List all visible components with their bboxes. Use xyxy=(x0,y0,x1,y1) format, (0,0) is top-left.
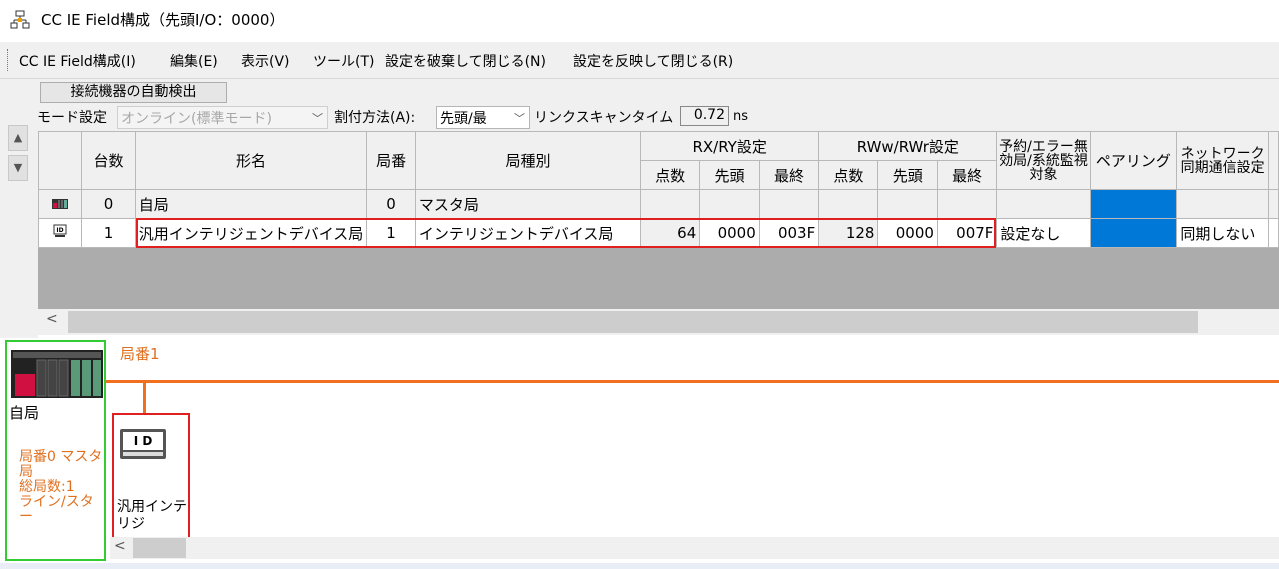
row0-station-type[interactable]: マスタ局 xyxy=(414,189,642,219)
diagram-horizontal-scrollbar[interactable]: < xyxy=(110,537,1279,559)
row1-station-no[interactable]: 1 xyxy=(366,218,416,248)
assign-select[interactable]: 先頭/最 ﹀ xyxy=(436,106,530,129)
scroll-left-icon[interactable]: < xyxy=(46,311,58,327)
header-reserved[interactable]: 予約/エラー無効局/系統監視対象 xyxy=(996,131,1091,190)
row0-model[interactable]: 自局 xyxy=(134,189,368,219)
row0-rx-points[interactable] xyxy=(640,189,701,219)
row1-reserved[interactable]: 設定なし xyxy=(996,218,1091,248)
header-network-sync[interactable]: ネットワーク同期通信設定 xyxy=(1176,131,1269,190)
mode-select[interactable]: オンライン(標準モード) ﹀ xyxy=(117,106,328,129)
device-base xyxy=(123,452,163,456)
station-grid: 台数 形名 局番 局種別 RX/RY設定 RWw/RWr設定 予約/エラー無効局… xyxy=(37,131,1279,309)
row0-network-sync[interactable] xyxy=(1176,189,1269,219)
header-rw-points[interactable]: 点数 xyxy=(818,160,879,190)
network-diagram: 局番1 自局 局番0 マスタ局 総局数:1 ライン/スター I D 汎用インテリ… xyxy=(0,338,1279,569)
scroll-up-button[interactable]: ▲ xyxy=(8,125,28,151)
row1-count: 1 xyxy=(81,218,136,248)
row0-rw-start[interactable] xyxy=(877,189,938,219)
menu-discard-close[interactable]: 設定を破棄して閉じる(N) xyxy=(385,51,546,71)
grid-horizontal-scrollbar[interactable]: < xyxy=(38,309,1279,335)
link-scan-label: リンクスキャンタイム（ xyxy=(534,110,688,126)
row0-count: 0 xyxy=(81,189,136,219)
master-station-node[interactable]: 自局 局番0 マスタ局 総局数:1 ライン/スター xyxy=(5,340,106,561)
chevron-down-icon: ﹀ xyxy=(312,112,323,125)
row1-rx-end[interactable]: 003F xyxy=(758,218,820,248)
master-label: 自局 xyxy=(9,404,40,422)
header-rw-start[interactable]: 先頭 xyxy=(877,160,938,190)
chevron-down-icon: ﹀ xyxy=(514,112,525,125)
header-rx-end[interactable]: 最終 xyxy=(758,160,820,190)
header-station-no[interactable]: 局番 xyxy=(366,131,416,190)
row0-rw-points[interactable] xyxy=(818,189,879,219)
header-model[interactable]: 形名 xyxy=(134,131,368,190)
device-badge: I D xyxy=(123,432,163,450)
mode-label: モード設定 xyxy=(37,110,107,126)
link-scan-value: 0.72 xyxy=(680,106,729,126)
auto-detect-button[interactable]: 接続機器の自動検出 xyxy=(40,82,227,103)
header-rx-start[interactable]: 先頭 xyxy=(699,160,760,190)
header-icon-col xyxy=(37,131,83,190)
row0-filler xyxy=(1268,189,1279,219)
row1-rx-points[interactable]: 64 xyxy=(640,218,701,248)
header-count[interactable]: 台数 xyxy=(81,131,136,190)
station-table: 台数 形名 局番 局種別 RX/RY設定 RWw/RWr設定 予約/エラー無効局… xyxy=(37,131,1279,248)
table-row[interactable]: 0 自局 0 マスタ局 xyxy=(37,189,1279,219)
header-rww[interactable]: RWw/RWr設定 xyxy=(818,131,998,161)
status-strip xyxy=(0,563,1279,569)
svg-text:ID: ID xyxy=(57,227,64,234)
menu-tools[interactable]: ツール(T) xyxy=(313,51,374,71)
master-station-icon xyxy=(37,189,83,219)
scroll-left-icon[interactable]: < xyxy=(114,538,126,554)
header-filler xyxy=(1268,131,1279,190)
menu-view[interactable]: 表示(V) xyxy=(241,51,290,71)
link-scan-unit: ns xyxy=(733,109,749,124)
plc-icon xyxy=(11,350,103,398)
row0-reserved[interactable] xyxy=(996,189,1091,219)
device-label: 汎用インテリジ xyxy=(117,499,187,532)
row1-pairing[interactable] xyxy=(1089,218,1178,248)
row1-station-type[interactable]: インテリジェントデバイス局 xyxy=(414,218,642,248)
intelligent-device-node[interactable]: I D 汎用インテリジ xyxy=(112,413,190,543)
mode-select-value: オンライン(標準モード) xyxy=(121,111,272,127)
row-scroll-strip: ▲ ▼ xyxy=(0,125,38,338)
toolbar: 接続機器の自動検出 モード設定 オンライン(標準モード) ﹀ 割付方法(A): … xyxy=(0,79,1279,134)
title-bar: CC IE Field構成（先頭I/O：0000） xyxy=(0,0,1279,40)
header-rx-points[interactable]: 点数 xyxy=(640,160,701,190)
row0-rx-start[interactable] xyxy=(699,189,760,219)
header-station-type[interactable]: 局種別 xyxy=(414,131,642,190)
window-title: CC IE Field構成（先頭I/O：0000） xyxy=(41,11,285,29)
table-row[interactable]: ID 1 汎用インテリジェントデバイス局 1 インテリジェントデバイス局 64 … xyxy=(37,218,1279,248)
row0-station-no[interactable]: 0 xyxy=(366,189,416,219)
network-config-icon xyxy=(10,10,30,29)
row0-rx-end[interactable] xyxy=(758,189,820,219)
scroll-thumb[interactable] xyxy=(133,538,186,558)
row0-rw-end[interactable] xyxy=(936,189,998,219)
header-pairing[interactable]: ペアリング xyxy=(1089,131,1178,190)
row1-model[interactable]: 汎用インテリジェントデバイス局 xyxy=(134,218,368,248)
menu-bar: CC IE Field構成(I) 編集(E) 表示(V) ツール(T) 設定を破… xyxy=(0,42,1279,79)
scroll-down-button[interactable]: ▼ xyxy=(8,155,28,181)
master-info: 局番0 マスタ局 総局数:1 ライン/スター xyxy=(19,449,103,525)
row1-rx-start[interactable]: 0000 xyxy=(699,218,760,248)
menu-cc-ie-field[interactable]: CC IE Field構成(I) xyxy=(19,51,136,71)
line-label: 局番1 xyxy=(120,345,160,363)
intelligent-device-icon: ID xyxy=(37,218,83,248)
row1-rw-end[interactable]: 007F xyxy=(936,218,998,248)
row1-rw-start[interactable]: 0000 xyxy=(877,218,938,248)
row1-filler xyxy=(1268,218,1279,248)
assign-label: 割付方法(A): xyxy=(334,110,416,126)
header-rxry[interactable]: RX/RY設定 xyxy=(640,131,820,161)
row0-pairing[interactable] xyxy=(1089,189,1178,219)
scroll-thumb[interactable] xyxy=(68,311,1198,333)
network-line xyxy=(104,380,1279,383)
row1-network-sync[interactable]: 同期しない xyxy=(1176,218,1269,248)
id-device-icon: I D xyxy=(120,429,166,459)
menu-grip xyxy=(7,49,10,71)
menu-apply-close[interactable]: 設定を反映して閉じる(R) xyxy=(573,51,733,71)
menu-edit[interactable]: 編集(E) xyxy=(170,51,218,71)
device-drop-line xyxy=(143,383,146,413)
row1-rw-points[interactable]: 128 xyxy=(818,218,879,248)
assign-select-value: 先頭/最 xyxy=(440,111,487,127)
header-rw-end[interactable]: 最終 xyxy=(936,160,998,190)
